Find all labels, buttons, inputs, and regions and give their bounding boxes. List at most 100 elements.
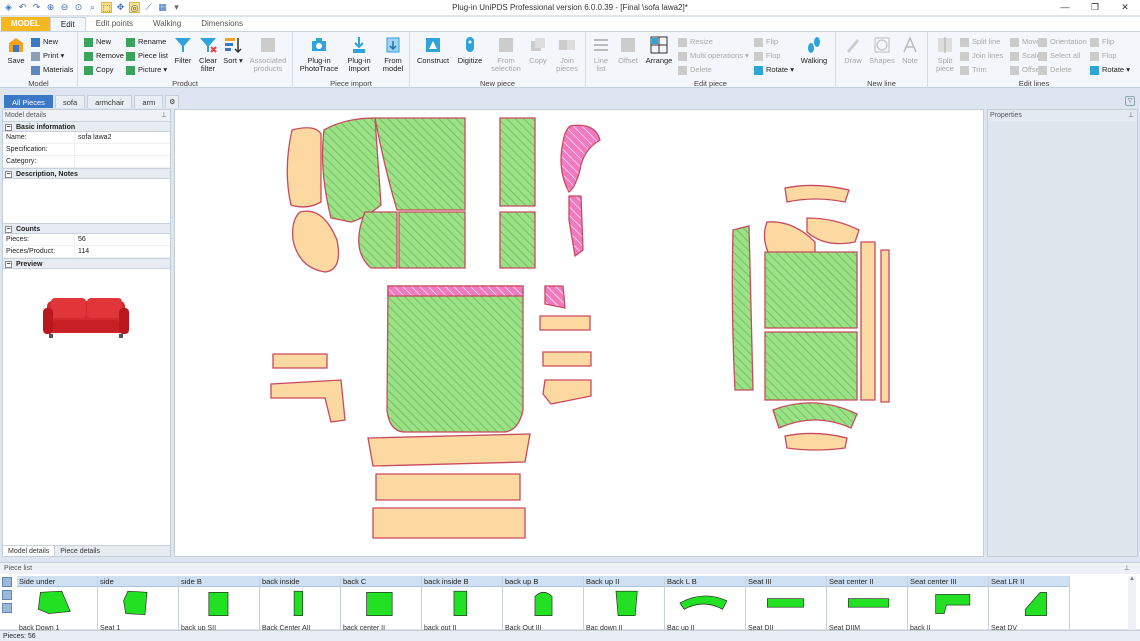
print-button[interactable]: Print ▾ [31, 50, 64, 62]
from-model-button[interactable]: From model [378, 35, 408, 73]
move-line-button[interactable]: Move [1010, 36, 1040, 48]
collapse-toggle-icon[interactable]: − [5, 171, 12, 178]
piece-list-item[interactable]: Seat center III back II [908, 576, 989, 630]
piece-list-item[interactable]: Back L B Bac up II [665, 576, 746, 630]
shapes-button[interactable]: Shapes [869, 35, 895, 65]
from-selection-button[interactable]: From selection [488, 35, 524, 73]
trim-button[interactable]: Trim [960, 64, 987, 76]
tab-dimensions[interactable]: Dimensions [191, 17, 253, 31]
measure-icon[interactable]: ⟋ [143, 2, 154, 13]
digitize-button[interactable]: Digitize [455, 35, 485, 65]
name-field[interactable]: sofa lawa2 [75, 132, 170, 143]
sort-button[interactable]: Sort ▾ [223, 35, 243, 65]
piece-list-button[interactable]: Piece list [126, 50, 168, 62]
doc-tab-arm[interactable]: arm [134, 95, 164, 108]
orientation-button[interactable]: Orientation [1038, 36, 1087, 48]
select-all-lines-button[interactable]: Select all [1038, 50, 1080, 62]
piece-list-item[interactable]: back Cback center II [341, 576, 422, 630]
close-icon[interactable]: ✕ [1110, 0, 1140, 15]
pin-icon[interactable]: ⊥ [161, 110, 167, 121]
piece-list-item[interactable]: Seat LR II Seat DV [989, 576, 1070, 630]
zoom-in-icon[interactable]: ⊕ [45, 2, 56, 13]
specification-field[interactable] [75, 144, 170, 155]
rotate-piece-button[interactable]: Rotate ▾ [754, 64, 794, 76]
picture-button[interactable]: Picture ▾ [126, 64, 167, 76]
flop-line-button[interactable]: Flop [1090, 50, 1117, 62]
photo-trace-button[interactable]: Plug-in PhotoTrace [299, 35, 339, 73]
walking-button[interactable]: Walking [798, 35, 830, 65]
tab-edit-points[interactable]: Edit points [86, 17, 143, 31]
copy-product-button[interactable]: Copy [84, 64, 114, 76]
split-line-button[interactable]: Split line [960, 36, 1000, 48]
rename-product-button[interactable]: Rename [126, 36, 166, 48]
new-model-button[interactable]: New [31, 36, 58, 48]
category-field[interactable] [75, 156, 170, 167]
grid-icon[interactable]: ▦ [157, 2, 168, 13]
customize-icon[interactable]: ▾ [171, 2, 182, 13]
redo-icon[interactable]: ↷ [31, 2, 42, 13]
minimize-icon[interactable]: — [1050, 0, 1080, 15]
pan-icon[interactable]: ✥ [115, 2, 126, 13]
save-button[interactable]: Save [4, 35, 28, 65]
zoom-fit-icon[interactable]: ⊙ [73, 2, 84, 13]
restore-icon[interactable]: ❐ [1080, 0, 1110, 15]
clear-filter-button[interactable]: Clear filter [197, 35, 219, 73]
pattern-pieces[interactable] [175, 110, 985, 558]
scroll-up-icon[interactable]: ▲ [1128, 576, 1136, 582]
filter-button[interactable]: Filter [172, 35, 194, 65]
piece-list-item[interactable]: back inside Bback out II [422, 576, 503, 630]
piece-list-item[interactable]: Side under back Down 1 [17, 576, 98, 630]
offset-piece-button[interactable]: Offset [616, 35, 640, 65]
zoom-out-icon[interactable]: ⊖ [59, 2, 70, 13]
doc-tab-all-pieces[interactable]: All Pieces [4, 95, 53, 108]
collapse-toggle-icon[interactable]: − [5, 124, 12, 131]
join-lines-button[interactable]: Join lines [960, 50, 1003, 62]
pin-icon[interactable]: ⊥ [1124, 563, 1130, 574]
section-basic-information[interactable]: − Basic information [3, 121, 170, 132]
draw-button[interactable]: Draw [842, 35, 864, 65]
associated-products-button[interactable]: Associated products [248, 35, 288, 73]
rotate-line-button[interactable]: Rotate ▾ [1090, 64, 1130, 76]
collapse-toggle-icon[interactable]: − [5, 261, 12, 268]
delete-line-button[interactable]: Delete [1038, 64, 1072, 76]
remove-product-button[interactable]: Remove [84, 50, 124, 62]
piece-list-item[interactable]: Back up II Bac down II [584, 576, 665, 630]
undo-icon[interactable]: ↶ [17, 2, 28, 13]
doc-tab-armchair[interactable]: armchair [87, 95, 133, 108]
section-preview[interactable]: − Preview [3, 258, 170, 269]
flop-piece-button[interactable]: Flop [754, 50, 781, 62]
multi-operations-button[interactable]: Multi operations ▾ [678, 50, 749, 62]
line-list-button[interactable]: Line list [590, 35, 612, 73]
zoom-window-icon[interactable]: ⌕ [87, 2, 98, 13]
section-counts[interactable]: − Counts [3, 223, 170, 234]
description-area[interactable] [3, 179, 170, 223]
section-description[interactable]: − Description, Notes [3, 168, 170, 179]
app-icon[interactable]: ◈ [3, 2, 14, 13]
split-piece-button[interactable]: Split piece [932, 35, 958, 73]
note-button[interactable]: Note [899, 35, 921, 65]
collapse-toggle-icon[interactable]: − [5, 226, 12, 233]
piece-list-item[interactable]: back up B Back Out III [503, 576, 584, 630]
construct-button[interactable]: Construct [416, 35, 450, 65]
select-icon[interactable]: ⬚ [101, 2, 112, 13]
pattern-canvas[interactable] [174, 109, 984, 557]
view-grid-icon[interactable] [2, 577, 12, 587]
scale-line-button[interactable]: Scale [1010, 50, 1041, 62]
piece-list-scrollbar[interactable]: ▲ [1128, 576, 1136, 630]
join-pieces-button[interactable]: Join pieces [552, 35, 582, 73]
tab-model-details[interactable]: Model details [3, 546, 56, 556]
materials-button[interactable]: Materials [31, 64, 73, 76]
view-fit-icon[interactable] [2, 603, 12, 613]
pin-icon[interactable]: ⊥ [1128, 110, 1134, 121]
delete-piece-button[interactable]: Delete [678, 64, 712, 76]
flip-piece-button[interactable]: Flip [754, 36, 778, 48]
tab-model[interactable]: MODEL [1, 17, 50, 31]
doc-tab-settings-icon[interactable]: ⚙ [165, 95, 180, 108]
tab-piece-details[interactable]: Piece details [55, 546, 105, 556]
doc-tab-sofa[interactable]: sofa [54, 95, 86, 108]
new-product-button[interactable]: New [84, 36, 111, 48]
arrange-button[interactable]: Arrange [644, 35, 674, 65]
tab-edit[interactable]: Edit [49, 17, 86, 31]
piece-list-item[interactable]: back inside Back Center AII [260, 576, 341, 630]
piece-list-item[interactable]: side Seat 1 [98, 576, 179, 630]
